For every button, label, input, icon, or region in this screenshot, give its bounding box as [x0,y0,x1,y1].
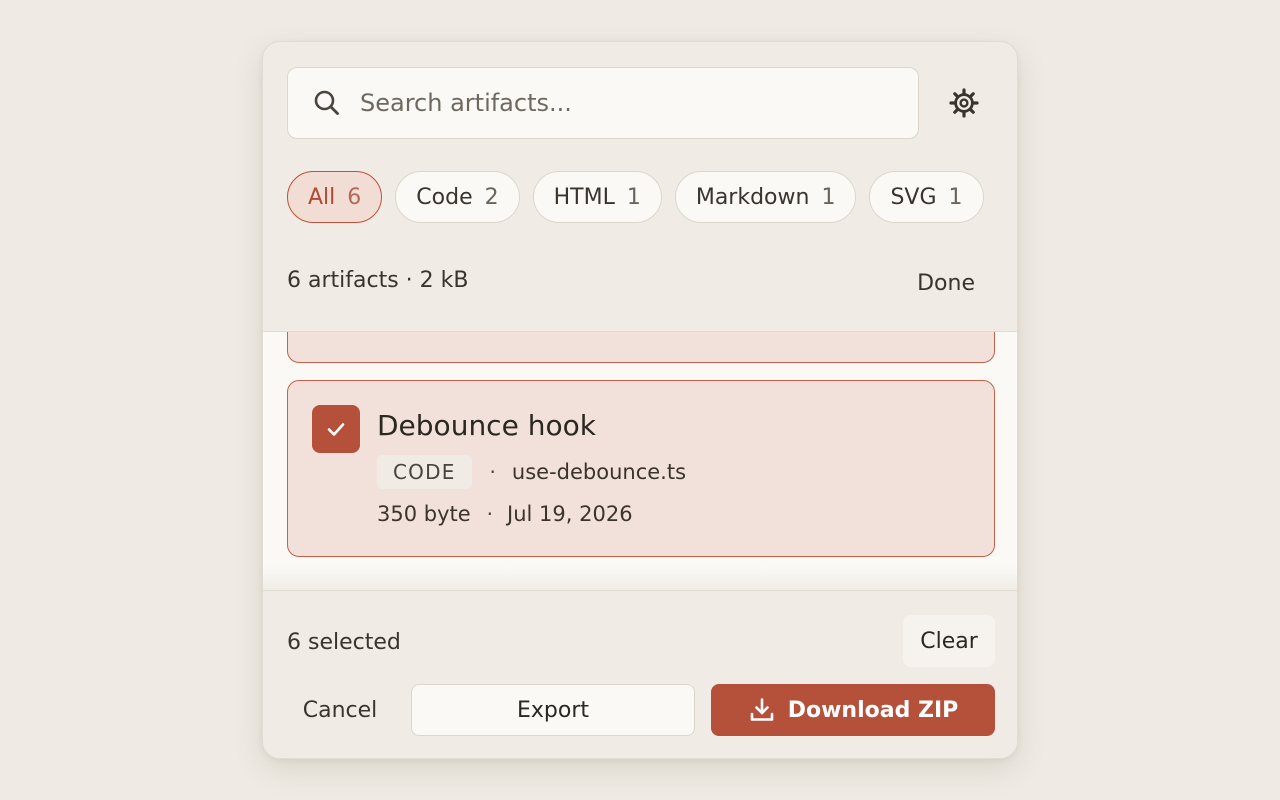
filter-chip-code[interactable]: Code 2 [395,171,520,223]
artifact-card-partial[interactable] [287,332,995,363]
artifact-card[interactable]: Debounce hook CODE · use-debounce.ts 350… [287,380,995,557]
filter-chip-count: 1 [626,184,641,210]
filter-chip-label: SVG [890,184,937,210]
filter-chip-label: Markdown [695,184,810,210]
clear-button[interactable]: Clear [903,615,995,667]
artifact-type-badge: CODE [377,455,472,489]
gear-icon [949,88,979,118]
artifact-date: Jul 19, 2026 [507,502,633,526]
artifact-size: 350 byte [377,502,471,526]
artifact-meta: CODE · use-debounce.ts [377,455,686,489]
filter-chip-count: 1 [821,184,836,210]
summary-row: 6 artifacts · 2 kB Done [287,266,977,300]
download-zip-label: Download ZIP [787,697,959,723]
filter-chip-count: 6 [347,184,362,210]
filter-chips: All 6 Code 2 HTML 1 Markdown 1 SVG 1 [287,171,984,223]
search-icon [314,90,339,115]
filter-chip-svg[interactable]: SVG 1 [869,171,984,223]
export-button[interactable]: Export [411,684,695,736]
settings-button[interactable] [942,81,986,125]
filter-chip-html[interactable]: HTML 1 [532,171,662,223]
artifact-checkbox[interactable] [312,405,360,453]
filter-chip-count: 2 [484,184,499,210]
filter-chip-label: All [308,184,336,210]
artifact-details: 350 byte · Jul 19, 2026 [377,502,633,526]
filter-chip-count: 1 [948,184,963,210]
artifacts-panel: All 6 Code 2 HTML 1 Markdown 1 SVG 1 6 a… [262,41,1018,759]
meta-separator: · [486,502,494,526]
list-fade [263,566,1017,590]
selected-count: 6 selected [287,630,401,655]
artifact-filename: use-debounce.ts [511,460,687,484]
done-button[interactable]: Done [915,266,977,300]
search-box[interactable] [287,67,919,139]
filter-chip-label: HTML [553,184,615,210]
filter-chip-label: Code [416,184,473,210]
artifact-summary: 6 artifacts · 2 kB [287,268,469,293]
filter-chip-markdown[interactable]: Markdown 1 [674,171,857,223]
filter-chip-all[interactable]: All 6 [287,171,383,223]
check-icon [327,423,345,436]
cancel-button[interactable]: Cancel [287,684,393,736]
artifact-list[interactable]: Debounce hook CODE · use-debounce.ts 350… [263,331,1017,590]
download-icon [750,698,774,721]
download-zip-button[interactable]: Download ZIP [711,684,995,736]
selection-footer: 6 selected Clear Cancel Export Download … [263,590,1017,758]
artifact-title: Debounce hook [377,409,596,442]
meta-separator: · [489,460,496,484]
search-input[interactable] [360,68,900,137]
